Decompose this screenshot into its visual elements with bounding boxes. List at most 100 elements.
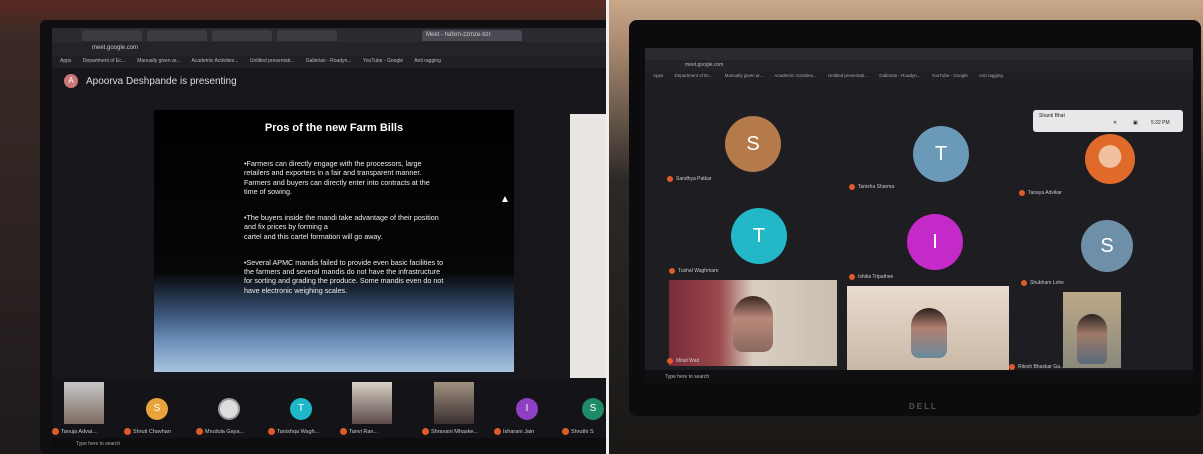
participant-tile[interactable]: Mrudula Gaya... (196, 380, 264, 436)
participant-name: Shruti Chavhan (133, 428, 171, 435)
mic-off-icon (1021, 280, 1027, 286)
participant-tile[interactable]: I Isharani Jain (494, 380, 562, 436)
address-bar[interactable]: meet.google.com (645, 60, 1193, 71)
right-laptop-photo: meet.google.com Apps Department of Ec...… (609, 0, 1203, 454)
bookmark-item[interactable]: Apps (60, 58, 71, 64)
participant-name-row: Isharani Jain (494, 428, 534, 435)
participant-name: Tanvi Ran... (349, 428, 379, 435)
participant-name: Shruthi S (571, 428, 594, 435)
participant-name-row: Shruthi S (562, 428, 594, 435)
participant-name: Sandhya Patkar (676, 176, 712, 182)
participant-photo (434, 382, 474, 424)
self-name: Shanti Bhat (1039, 113, 1065, 119)
browser-tab-strip: Meet - hafxm-zzmze-bzr (52, 28, 606, 42)
participant-avatar[interactable]: T (731, 208, 787, 264)
participant-name-row: Mrudula Gaya... (196, 428, 244, 435)
bookmarks-bar: Apps Department of Ec... Manually given … (52, 56, 606, 68)
participant-tile[interactable]: Tanuja Advai... (52, 380, 120, 436)
slide-paragraph: •Farmers can directly engage with the pr… (244, 159, 430, 196)
browser-tab[interactable] (212, 30, 272, 41)
participant-name-row: Tanaya Advikar (1019, 190, 1062, 196)
bookmark-item[interactable]: Gallerian - Roadyn... (306, 58, 352, 64)
mic-off-icon (268, 428, 275, 435)
participant-video[interactable] (1063, 292, 1121, 368)
mic-off-icon (669, 268, 675, 274)
participant-name-row: Shubham Lohe (1021, 280, 1064, 286)
bookmark-item[interactable]: Apps (653, 73, 663, 78)
participant-name: Tushal Waghmare (678, 268, 719, 274)
right-laptop-screen: meet.google.com Apps Department of Ec...… (645, 48, 1193, 384)
laptop-brand-logo: DELL (909, 402, 938, 411)
mic-off-icon (494, 428, 501, 435)
mic-off-icon (849, 184, 855, 190)
participant-figure (1077, 314, 1107, 364)
mic-off-icon (422, 428, 429, 435)
participant-tile[interactable]: T Tanishqa Wagh... (268, 380, 336, 436)
participant-video[interactable] (669, 280, 837, 366)
bookmark-item[interactable]: Department of Ec... (83, 58, 126, 64)
participant-strip: Tanuja Advai... S Shruti Chavhan Mrudula… (52, 378, 606, 438)
participant-name: Isharani Jain (503, 428, 535, 435)
side-panel-edge (570, 114, 606, 386)
participant-photo[interactable] (1085, 134, 1135, 184)
windows-taskbar: Type here to search (645, 370, 1193, 384)
bookmark-item[interactable]: Gallerian - Roadyn... (879, 73, 920, 78)
participant-tile[interactable]: S Shruti Chavhan (124, 380, 192, 436)
bookmark-item[interactable]: YouTube - Google (363, 58, 403, 64)
browser-tab[interactable] (147, 30, 207, 41)
bookmark-item[interactable]: YouTube - Google (932, 73, 968, 78)
participant-name-row: Tanvi Ran... (340, 428, 378, 435)
bookmark-item[interactable]: Manually given ar... (137, 58, 180, 64)
slide-body: •Farmers can directly engage with the pr… (244, 150, 444, 304)
bookmark-item[interactable]: Manually given ar... (725, 73, 764, 78)
participant-avatar[interactable]: S (1081, 220, 1133, 272)
participant-tile[interactable]: S Shruthi S (562, 380, 606, 436)
bookmark-item[interactable]: Academic Activities... (774, 73, 816, 78)
participant-avatar: S (146, 398, 168, 420)
slide-paragraph: •The buyers inside the mandi take advant… (244, 213, 439, 241)
mic-off-icon (667, 176, 673, 182)
participant-name: Mitali Wad (676, 358, 700, 364)
presenting-text: Apoorva Deshpande is presenting (86, 75, 237, 87)
taskbar-search[interactable]: Type here to search (665, 374, 709, 380)
participant-name-row: Tanishqa Wagh... (268, 428, 319, 435)
participant-name-row: Sandhya Patkar (667, 176, 712, 182)
participant-figure (733, 296, 773, 352)
bookmarks-bar: Apps Department of Ec... Manually given … (645, 71, 1193, 81)
address-bar[interactable]: meet.google.com (52, 42, 606, 56)
meeting-controls-panel: Shanti Bhat ✕ ▣ 5:32 PM (1033, 110, 1183, 132)
presented-slide: Pros of the new Farm Bills •Farmers can … (154, 110, 514, 372)
bookmark-item[interactable]: Untitled presentati... (828, 73, 868, 78)
participant-name: Shubham Lohe (1030, 280, 1064, 286)
windows-taskbar: Type here to search (52, 438, 606, 450)
participant-name-row: Shravani Mhaske... (422, 428, 478, 435)
bookmark-item[interactable]: Department of Ec... (675, 73, 714, 78)
participant-avatar[interactable]: T (913, 126, 969, 182)
participant-name: Tanishqa Wagh... (277, 428, 320, 435)
camera-icon[interactable]: ▣ (1133, 120, 1138, 126)
participant-avatar[interactable]: S (725, 116, 781, 172)
participant-name-row: Shruti Chavhan (124, 428, 171, 435)
participant-video[interactable] (847, 286, 1009, 370)
browser-tab[interactable] (277, 30, 337, 41)
participant-name: Mrudula Gaya... (205, 428, 245, 435)
mic-icon[interactable]: ✕ (1113, 120, 1117, 126)
participant-tile[interactable]: Shravani Mhaske... (422, 380, 490, 436)
left-laptop-screen: Meet - hafxm-zzmze-bzr meet.google.com A… (52, 28, 606, 450)
participant-tile[interactable]: Tanvi Ran... (340, 380, 408, 436)
browser-tab-active[interactable]: Meet - hafxm-zzmze-bzr (422, 30, 522, 41)
participant-name-row: Tanuja Advai... (52, 428, 97, 435)
slide-paragraph: •Several APMC mandis failed to provide e… (244, 258, 444, 295)
bookmark-item[interactable]: Anti ragging (414, 58, 441, 64)
taskbar-search[interactable]: Type here to search (76, 441, 120, 447)
browser-tab[interactable] (82, 30, 142, 41)
participant-avatar (218, 398, 240, 420)
participant-name: Tanaya Advikar (1028, 190, 1062, 196)
presenting-banner: A Apoorva Deshpande is presenting (64, 74, 237, 88)
bookmark-item[interactable]: Academic Activities... (191, 58, 238, 64)
participant-avatar[interactable]: I (907, 214, 963, 270)
avatar: A (64, 74, 78, 88)
bookmark-item[interactable]: Untitled presentati... (250, 58, 294, 64)
bookmark-item[interactable]: Anti ragging (979, 73, 1003, 78)
clock-time: 5:32 PM (1151, 120, 1170, 126)
